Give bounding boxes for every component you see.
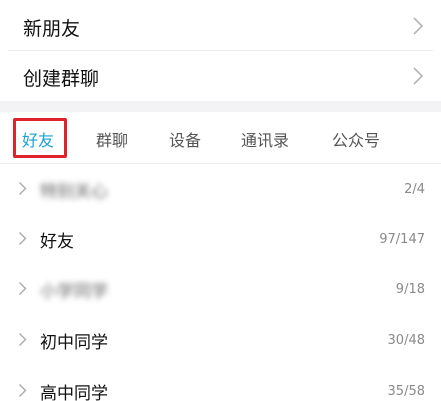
chevron-right-icon (19, 333, 27, 346)
chevron-right-icon (19, 232, 27, 245)
group-count: 30/48 (387, 333, 425, 348)
tab-address-book[interactable]: 通讯录 (241, 127, 289, 151)
chevron-right-icon (413, 67, 424, 85)
group-count: 9/18 (395, 282, 425, 297)
friend-group-row[interactable]: 好友 97/147 (0, 214, 441, 264)
group-name: 小学同学 (40, 282, 108, 302)
friend-group-row[interactable]: 小学同学 9/18 (0, 264, 441, 314)
chevron-right-icon (19, 182, 27, 195)
new-friends-row[interactable]: 新朋友 (0, 0, 441, 50)
group-name: 特别关心 (40, 182, 108, 202)
tab-groups[interactable]: 群聊 (96, 127, 128, 151)
group-count: 97/147 (379, 232, 425, 247)
tab-official-accounts[interactable]: 公众号 (332, 127, 380, 151)
new-friends-label: 新朋友 (23, 18, 81, 40)
group-name: 高中同学 (40, 384, 108, 401)
group-count: 2/4 (404, 182, 425, 197)
friend-group-row[interactable]: 初中同学 30/48 (0, 315, 441, 365)
group-name: 好友 (40, 232, 74, 252)
group-count: 35/58 (387, 384, 425, 399)
chevron-right-icon (413, 17, 424, 35)
tab-devices[interactable]: 设备 (169, 127, 201, 151)
create-group-row[interactable]: 创建群聊 (0, 51, 441, 101)
group-name: 初中同学 (40, 333, 108, 353)
chevron-right-icon (19, 384, 27, 397)
friend-group-row[interactable]: 高中同学 35/58 (0, 366, 441, 401)
section-gap (0, 101, 441, 112)
friend-group-row[interactable]: 特别关心 2/4 (0, 164, 441, 214)
tab-friends[interactable]: 好友 (22, 127, 54, 151)
chevron-right-icon (19, 282, 27, 295)
create-group-label: 创建群聊 (23, 68, 100, 90)
contact-tabs: 好友 群聊 设备 通讯录 公众号 (0, 112, 441, 164)
